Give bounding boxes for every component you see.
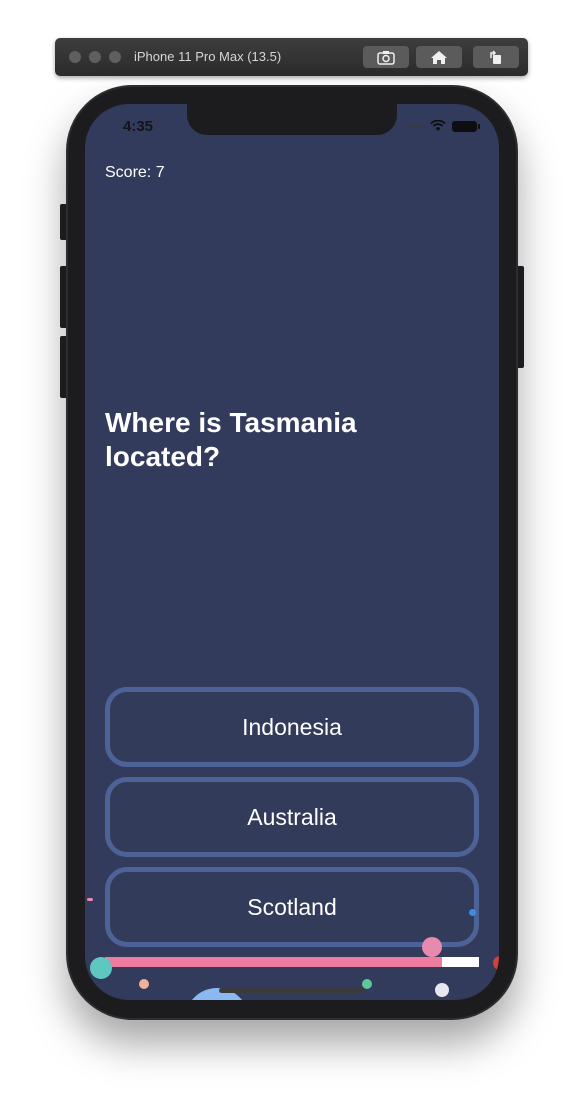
confetti-dot (422, 937, 442, 957)
cellular-signal-icon: ●●●● (406, 121, 425, 131)
score-label: Score: 7 (105, 164, 165, 181)
answer-label: Australia (247, 803, 337, 830)
home-indicator[interactable] (219, 988, 365, 993)
status-time: 4:35 (123, 118, 154, 135)
answer-label: Scotland (247, 893, 337, 920)
answer-button-3[interactable]: Scotland (105, 867, 479, 947)
simulator-title-bar: iPhone 11 Pro Max (13.5) (55, 38, 528, 76)
screenshot-button[interactable] (363, 46, 409, 68)
battery-icon (452, 120, 480, 132)
confetti-dot (493, 956, 499, 970)
confetti-dot (469, 909, 476, 916)
home-button[interactable] (416, 46, 462, 68)
status-icons: ●●●● (406, 120, 480, 132)
zoom-window-dot[interactable] (109, 51, 121, 63)
simulator-device-title: iPhone 11 Pro Max (13.5) (134, 49, 282, 64)
wifi-icon (430, 120, 446, 131)
minimize-window-dot[interactable] (89, 51, 101, 63)
screenshot-icon (377, 50, 395, 65)
close-window-dot[interactable] (69, 51, 81, 63)
confetti-dot (90, 957, 112, 979)
question-text: Where is Tasmania located? (105, 407, 357, 472)
app-screen: 4:35 ●●●● Score: 7 Where is Tasmania loc… (85, 104, 499, 1000)
confetti-dot (435, 983, 449, 997)
answer-button-2[interactable]: Australia (105, 777, 479, 857)
timer-progress-fill (105, 957, 442, 967)
confetti-dot (87, 898, 93, 901)
rotate-icon (490, 50, 501, 64)
answer-button-1[interactable]: Indonesia (105, 687, 479, 767)
timer-progress-bar (105, 957, 479, 967)
answer-label: Indonesia (242, 713, 342, 740)
camera-notch (187, 104, 397, 135)
confetti-dot (139, 979, 149, 989)
rotate-button[interactable] (473, 46, 519, 68)
home-icon (431, 50, 447, 64)
